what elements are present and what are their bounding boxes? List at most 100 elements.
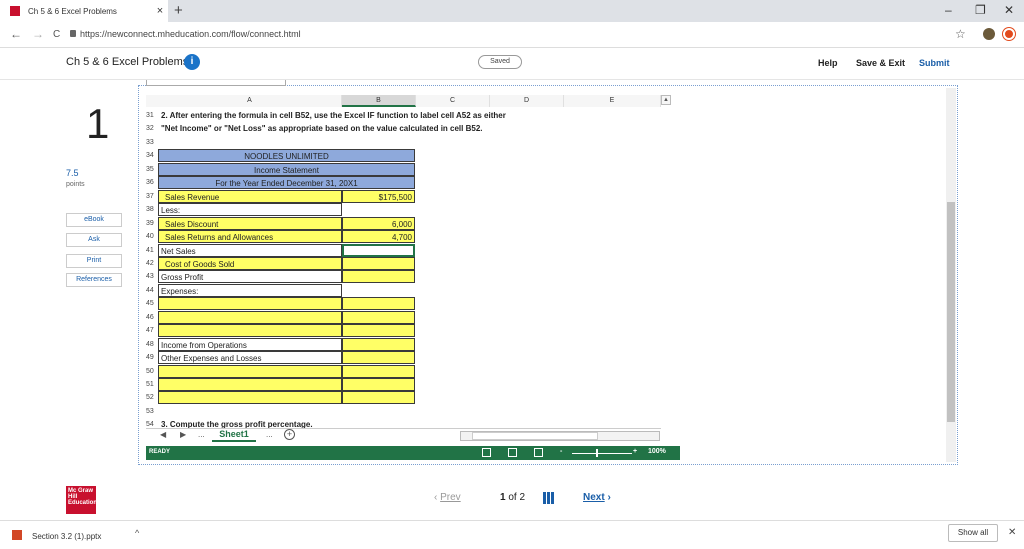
- cell-b41[interactable]: [342, 243, 415, 257]
- cell-b43[interactable]: [342, 270, 415, 284]
- zoom-slider[interactable]: [572, 453, 632, 454]
- column-header-b[interactable]: B: [342, 95, 416, 107]
- cell-a41[interactable]: Net Sales: [158, 243, 342, 257]
- row-header[interactable]: 32: [146, 122, 158, 135]
- row-header[interactable]: 44: [146, 284, 158, 297]
- row-header[interactable]: 46: [146, 311, 158, 324]
- submit-link[interactable]: Submit: [919, 58, 950, 68]
- cell-b40[interactable]: 4,700: [342, 230, 415, 244]
- row-header[interactable]: 36: [146, 176, 158, 189]
- back-icon[interactable]: ←: [10, 27, 22, 41]
- sheet-tabs-more-left[interactable]: ...: [198, 430, 205, 439]
- cell-a38[interactable]: Less:: [158, 203, 342, 217]
- extension-opera-icon[interactable]: [1003, 28, 1015, 40]
- cell-b47[interactable]: [342, 324, 415, 338]
- cell-b42[interactable]: [342, 256, 415, 270]
- sheet-prev-icon[interactable]: ◀: [160, 430, 166, 439]
- column-header-e[interactable]: E: [564, 95, 661, 107]
- cell-b46[interactable]: [342, 310, 415, 324]
- cell-a51[interactable]: [158, 378, 342, 391]
- column-header-a[interactable]: A: [158, 95, 342, 107]
- prev-button[interactable]: ‹ Prev: [434, 492, 461, 503]
- cell-b44[interactable]: [342, 284, 415, 297]
- ebook-button[interactable]: eBook: [66, 213, 122, 227]
- row-header[interactable]: 52: [146, 391, 158, 404]
- page-break-view-icon[interactable]: [534, 448, 543, 457]
- bookmark-star-icon[interactable]: ☆: [955, 27, 966, 41]
- cell-a43[interactable]: Gross Profit: [158, 270, 342, 284]
- row-header[interactable]: 48: [146, 338, 158, 351]
- cell-b50[interactable]: [342, 364, 415, 378]
- sheet-scroll-up-icon[interactable]: ▲: [661, 95, 671, 105]
- cell-b48[interactable]: [342, 337, 415, 351]
- cell-a39[interactable]: Sales Discount: [158, 216, 342, 230]
- row-header[interactable]: 45: [146, 297, 158, 310]
- cell-a33[interactable]: [158, 136, 342, 149]
- minimize-icon[interactable]: –: [945, 3, 952, 17]
- sheet-next-icon[interactable]: ▶: [180, 430, 186, 439]
- download-options-caret-icon[interactable]: ^: [135, 528, 139, 538]
- normal-view-icon[interactable]: [482, 448, 491, 457]
- row-header[interactable]: 42: [146, 257, 158, 270]
- tab-close-icon[interactable]: ×: [152, 5, 168, 17]
- cell-b45[interactable]: [342, 297, 415, 311]
- references-button[interactable]: References: [66, 273, 122, 287]
- cell-b52[interactable]: [342, 391, 415, 405]
- maximize-icon[interactable]: ❐: [975, 3, 986, 17]
- cell-a47[interactable]: [158, 324, 342, 338]
- sheet-tab-sheet1[interactable]: Sheet1: [212, 428, 256, 442]
- save-exit-link[interactable]: Save & Exit: [856, 58, 905, 68]
- next-button[interactable]: Next ›: [583, 492, 611, 503]
- sheet-tabs-more-right[interactable]: ...: [266, 430, 273, 439]
- select-all-corner[interactable]: [146, 95, 158, 107]
- help-link[interactable]: Help: [818, 58, 838, 68]
- cell-a52[interactable]: [158, 391, 342, 405]
- cell-b39[interactable]: 6,000: [342, 216, 415, 230]
- print-button[interactable]: Print: [66, 254, 122, 268]
- row-header[interactable]: 53: [146, 405, 158, 418]
- cell-a45[interactable]: [158, 297, 342, 311]
- window-close-icon[interactable]: ✕: [1004, 3, 1014, 17]
- row-header[interactable]: 47: [146, 324, 158, 337]
- extension-avatar-icon[interactable]: [983, 28, 995, 40]
- show-all-button[interactable]: Show all: [948, 524, 998, 542]
- cell-b37[interactable]: $175,500: [342, 189, 415, 203]
- zoom-slider-thumb[interactable]: [596, 449, 598, 457]
- column-header-d[interactable]: D: [490, 95, 564, 107]
- info-icon[interactable]: i: [184, 54, 200, 70]
- cell-a50[interactable]: [158, 364, 342, 378]
- row-header[interactable]: 51: [146, 378, 158, 391]
- row-header[interactable]: 41: [146, 244, 158, 257]
- new-tab-button[interactable]: +: [174, 2, 183, 19]
- row-header[interactable]: 31: [146, 109, 158, 122]
- row-header[interactable]: 37: [146, 190, 158, 203]
- page-layout-view-icon[interactable]: [508, 448, 517, 457]
- forward-icon[interactable]: →: [32, 27, 44, 41]
- cell-a36[interactable]: For the Year Ended December 31, 20X1: [158, 176, 415, 190]
- cell-b49[interactable]: [342, 351, 415, 365]
- cell-a40[interactable]: Sales Returns and Allowances: [158, 230, 342, 244]
- url-field[interactable]: https://newconnect.mheducation.com/flow/…: [80, 29, 301, 39]
- row-header[interactable]: 38: [146, 203, 158, 216]
- cell-a49[interactable]: Other Expenses and Losses: [158, 351, 342, 365]
- cell-b38[interactable]: [342, 203, 415, 216]
- row-header[interactable]: 39: [146, 217, 158, 230]
- row-header[interactable]: 50: [146, 365, 158, 378]
- zoom-in-button[interactable]: +: [633, 448, 637, 455]
- cell-a46[interactable]: [158, 310, 342, 324]
- column-header-c[interactable]: C: [416, 95, 490, 107]
- row-header[interactable]: 40: [146, 230, 158, 243]
- row-header[interactable]: 33: [146, 136, 158, 149]
- cell-a32[interactable]: "Net Income" or "Net Loss" as appropriat…: [159, 122, 629, 135]
- cell-a31[interactable]: 2. After entering the formula in cell B5…: [159, 109, 629, 122]
- download-file-name[interactable]: Section 3.2 (1).pptx: [32, 532, 101, 541]
- cell-b51[interactable]: [342, 378, 415, 391]
- cell-a35[interactable]: Income Statement: [158, 162, 415, 176]
- cell-a34[interactable]: NOODLES UNLIMITED: [158, 149, 415, 163]
- row-header[interactable]: 49: [146, 351, 158, 364]
- row-header[interactable]: 43: [146, 270, 158, 283]
- row-header[interactable]: 35: [146, 163, 158, 176]
- cell-a37[interactable]: Sales Revenue: [158, 189, 342, 203]
- cell-a42[interactable]: Cost of Goods Sold: [158, 256, 342, 270]
- browser-tab[interactable]: Ch 5 & 6 Excel Problems ×: [0, 0, 168, 22]
